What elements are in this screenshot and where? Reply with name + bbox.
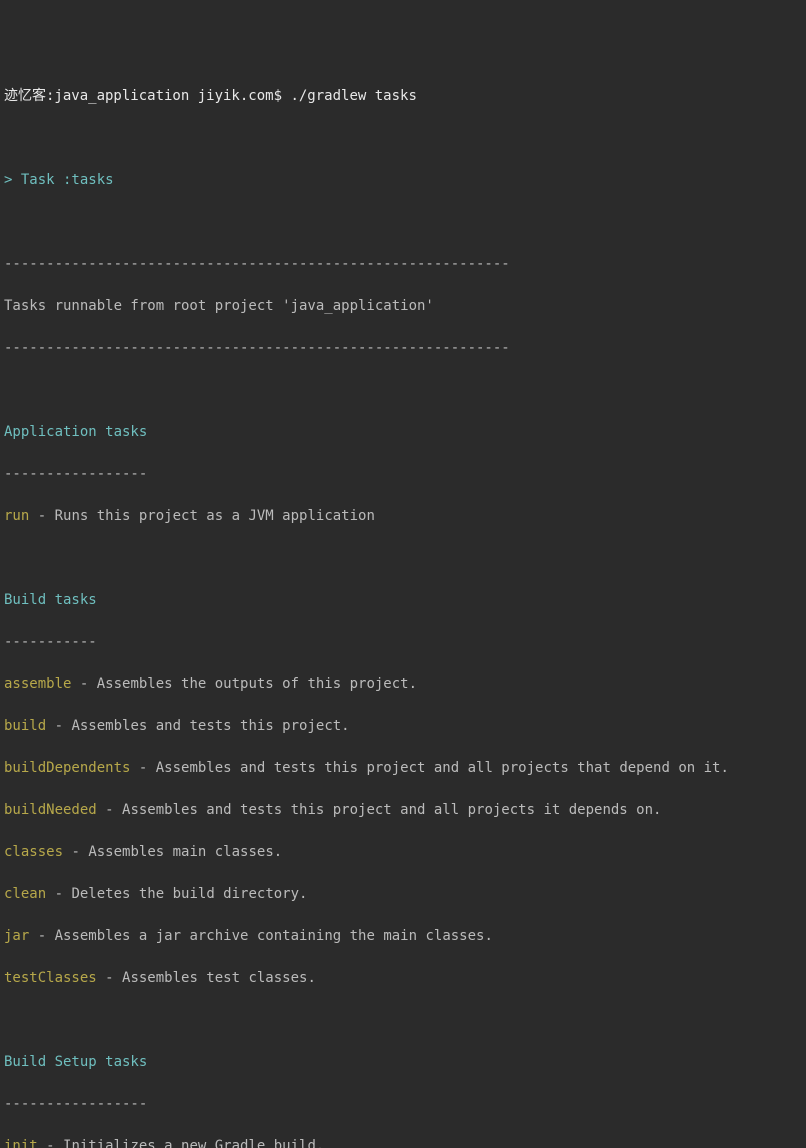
task-name: build <box>4 718 46 734</box>
task-name: buildNeeded <box>4 802 97 818</box>
task-row: clean - Deletes the build directory. <box>4 884 802 905</box>
prompt-prefix: 迹忆客:java_application jiyik.com$ <box>4 88 290 104</box>
task-name: run <box>4 508 29 524</box>
task-row: init - Initializes a new Gradle build. <box>4 1136 802 1148</box>
task-sep: - <box>97 802 122 818</box>
task-desc: Assembles test classes. <box>122 970 316 986</box>
task-row: run - Runs this project as a JVM applica… <box>4 506 802 527</box>
task-row: build - Assembles and tests this project… <box>4 716 802 737</box>
separator: ----------------------------------------… <box>4 254 802 275</box>
prompt-command: ./gradlew tasks <box>290 88 416 104</box>
task-row: classes - Assembles main classes. <box>4 842 802 863</box>
blank-line <box>4 380 802 401</box>
task-sep: - <box>63 844 88 860</box>
task-row: testClasses - Assembles test classes. <box>4 968 802 989</box>
task-name: clean <box>4 886 46 902</box>
task-desc: Runs this project as a JVM application <box>55 508 375 524</box>
root-project-desc: Tasks runnable from root project 'java_a… <box>4 296 802 317</box>
task-name: testClasses <box>4 970 97 986</box>
task-desc: Assembles a jar archive containing the m… <box>55 928 493 944</box>
blank-line <box>4 548 802 569</box>
prompt-line: 迹忆客:java_application jiyik.com$ ./gradle… <box>4 86 802 107</box>
separator: ----------------------------------------… <box>4 338 802 359</box>
task-sep: - <box>29 928 54 944</box>
section-title-buildsetup: Build Setup tasks <box>4 1052 802 1073</box>
task-desc: Assembles and tests this project. <box>71 718 349 734</box>
task-name: buildDependents <box>4 760 130 776</box>
section-title-build: Build tasks <box>4 590 802 611</box>
section-rule: ----------------- <box>4 1094 802 1115</box>
task-name: assemble <box>4 676 71 692</box>
blank-line <box>4 1010 802 1031</box>
task-row: assemble - Assembles the outputs of this… <box>4 674 802 695</box>
task-sep: - <box>97 970 122 986</box>
task-desc: Assembles main classes. <box>88 844 282 860</box>
task-name: classes <box>4 844 63 860</box>
task-desc: Deletes the build directory. <box>71 886 307 902</box>
task-desc: Initializes a new Gradle build. <box>63 1138 324 1148</box>
task-desc: Assembles and tests this project and all… <box>156 760 729 776</box>
section-rule: ----------------- <box>4 464 802 485</box>
task-name: init <box>4 1138 38 1148</box>
section-title-application: Application tasks <box>4 422 802 443</box>
task-row: buildNeeded - Assembles and tests this p… <box>4 800 802 821</box>
task-desc: Assembles the outputs of this project. <box>97 676 417 692</box>
task-sep: - <box>29 508 54 524</box>
task-sep: - <box>46 718 71 734</box>
task-sep: - <box>46 886 71 902</box>
task-desc: Assembles and tests this project and all… <box>122 802 661 818</box>
blank-line <box>4 212 802 233</box>
task-row: buildDependents - Assembles and tests th… <box>4 758 802 779</box>
blank-line <box>4 128 802 149</box>
task-name: jar <box>4 928 29 944</box>
task-sep: - <box>130 760 155 776</box>
section-rule: ----------- <box>4 632 802 653</box>
task-sep: - <box>38 1138 63 1148</box>
task-sep: - <box>71 676 96 692</box>
task-header: > Task :tasks <box>4 170 802 191</box>
task-row: jar - Assembles a jar archive containing… <box>4 926 802 947</box>
